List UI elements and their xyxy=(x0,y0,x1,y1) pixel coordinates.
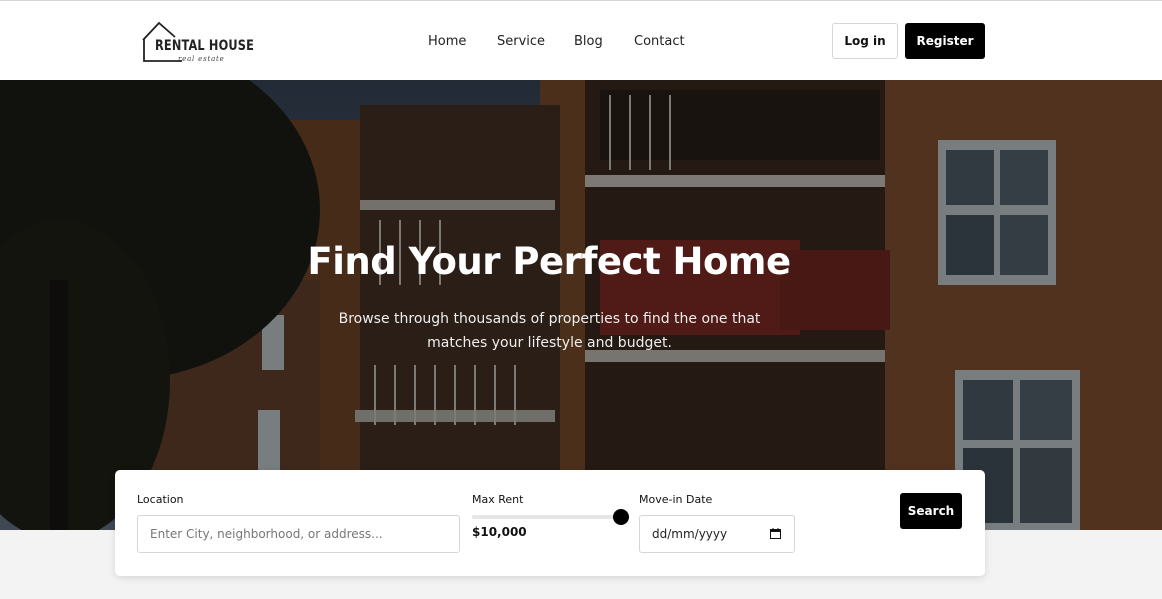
site-header: RENTAL HOUSE real estate Home Service Bl… xyxy=(0,1,1162,80)
nav-blog[interactable]: Blog xyxy=(574,34,603,49)
nav-service[interactable]: Service xyxy=(497,34,545,49)
search-panel: Location Enter City, neighborhood, or ad… xyxy=(115,470,985,576)
max-rent-label: Max Rent xyxy=(472,493,524,506)
hero-title: Find Your Perfect Home xyxy=(307,240,791,283)
hero-section: Find Your Perfect Home Browse through th… xyxy=(0,80,1162,530)
date-placeholder: dd/mm/yyyy xyxy=(652,527,728,541)
hero-subtitle: Browse through thousands of properties t… xyxy=(338,311,761,351)
register-button[interactable]: Register xyxy=(905,23,985,59)
location-input[interactable]: Enter City, neighborhood, or address... xyxy=(137,515,460,553)
hero-background-image xyxy=(0,80,1162,530)
max-rent-slider-thumb[interactable] xyxy=(613,509,629,525)
search-button[interactable]: Search xyxy=(900,493,962,529)
logo[interactable]: RENTAL HOUSE real estate xyxy=(142,21,255,65)
logo-text: RENTAL HOUSE xyxy=(155,38,255,54)
max-rent-value: $10,000 xyxy=(472,525,527,539)
max-rent-slider[interactable] xyxy=(472,515,622,519)
nav-home[interactable]: Home xyxy=(428,34,466,49)
logo-tagline: real estate xyxy=(178,55,225,63)
nav-contact[interactable]: Contact xyxy=(634,34,685,49)
move-in-date-label: Move-in Date xyxy=(639,493,713,506)
move-in-date-input[interactable]: dd/mm/yyyy xyxy=(639,515,795,553)
calendar-icon[interactable] xyxy=(770,528,781,539)
location-label: Location xyxy=(137,493,184,506)
login-button[interactable]: Log in xyxy=(832,23,898,59)
